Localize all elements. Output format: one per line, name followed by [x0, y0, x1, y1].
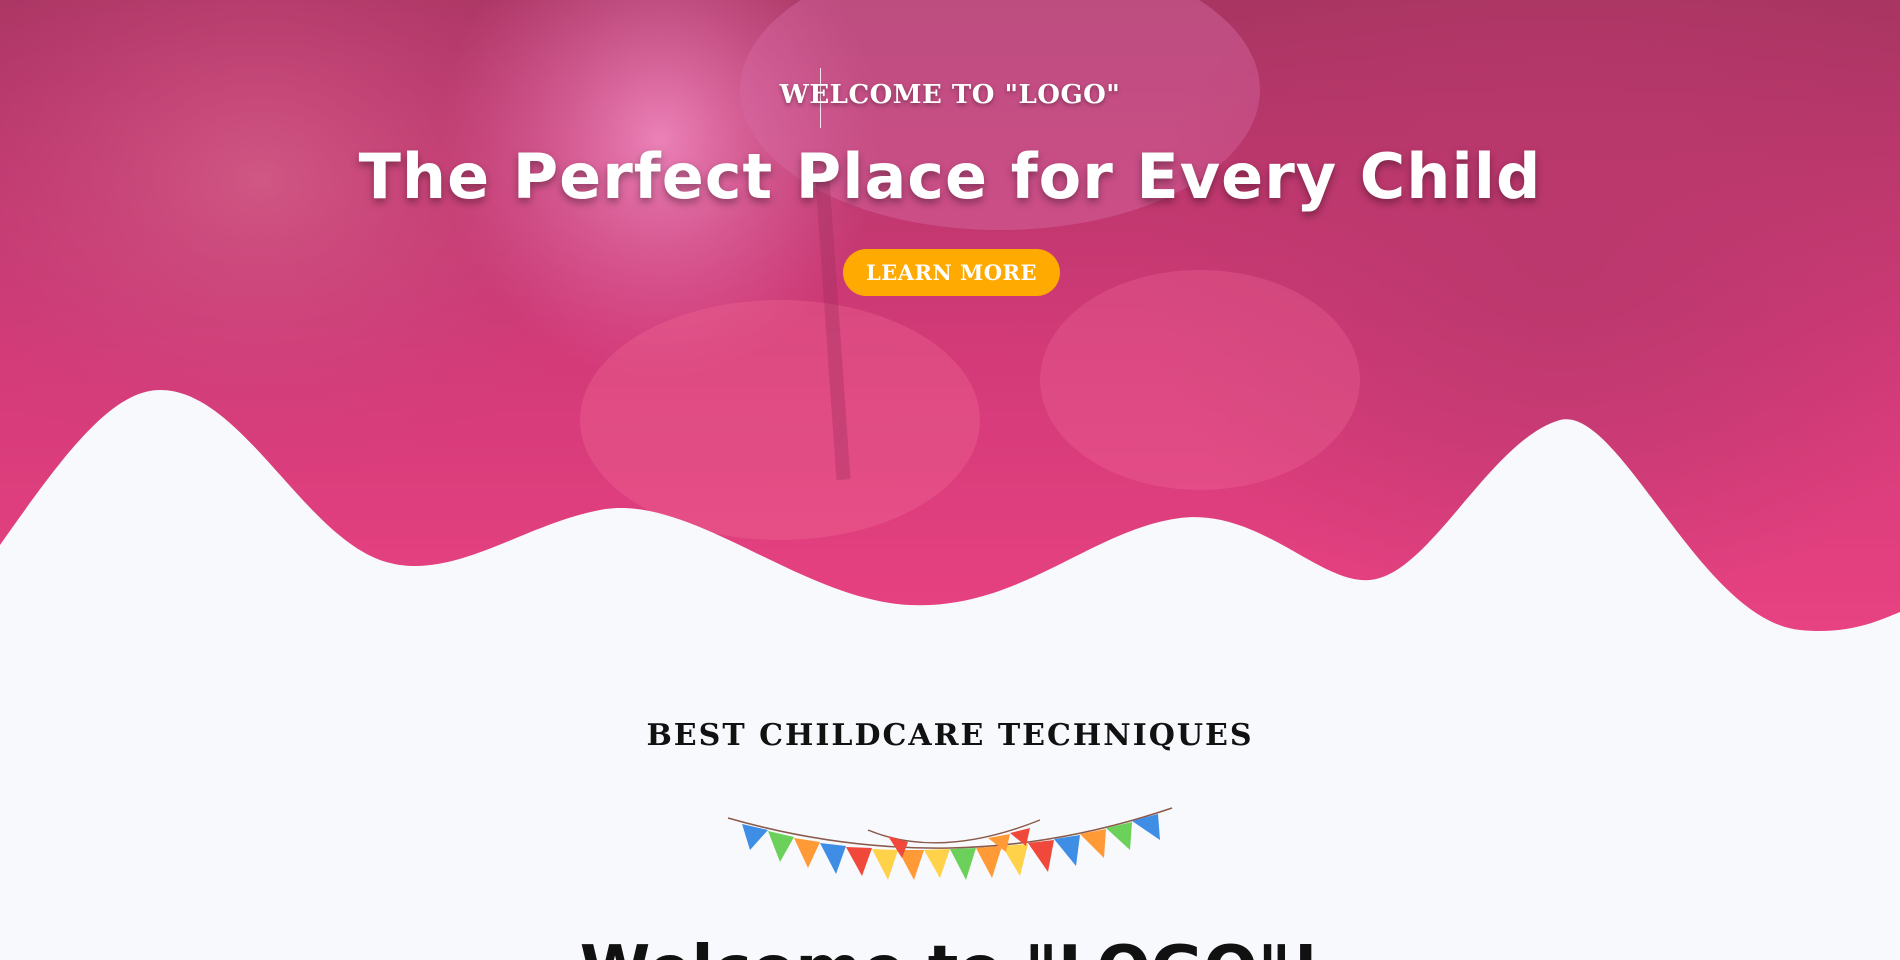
hero-section: WELCOME TO "LOGO" The Perfect Place for …	[0, 0, 1900, 640]
landing-page: WELCOME TO "LOGO" The Perfect Place for …	[0, 0, 1900, 960]
hero-headline: The Perfect Place for Every Child	[358, 140, 1542, 213]
wave-divider	[0, 390, 1900, 640]
welcome-heading: Welcome to "LOGO"!	[0, 938, 1900, 960]
section-title: BEST CHILDCARE TECHNIQUES	[646, 718, 1254, 753]
bunting-flags-icon	[727, 807, 1173, 880]
learn-more-button[interactable]: LEARN MORE	[843, 249, 1060, 296]
hero-eyebrow: WELCOME TO "LOGO"	[779, 80, 1121, 110]
